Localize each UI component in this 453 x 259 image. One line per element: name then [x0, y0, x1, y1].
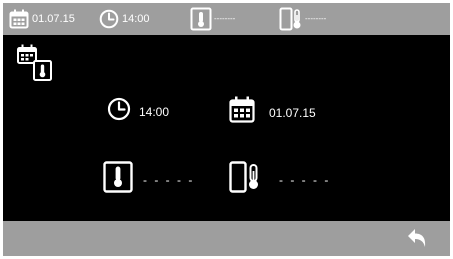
outdoor-thermometer-icon [279, 7, 303, 31]
indoor-temp-field[interactable]: - - - - - [103, 161, 194, 198]
status-indoor-temp-text: -------- [214, 13, 236, 23]
outdoor-temp-field[interactable]: - - - - - [229, 161, 330, 198]
bottom-bar [3, 221, 450, 256]
status-outdoor-temp: -------- [279, 3, 326, 35]
status-outdoor-temp-text: -------- [305, 13, 327, 23]
time-field[interactable]: 14:00 [107, 97, 169, 126]
main-panel: 14:00 01.07.15 - - - - - - - - - - [3, 35, 450, 221]
date-field[interactable]: 01.07.15 [229, 96, 316, 129]
clock-icon [107, 97, 131, 126]
status-time-text: 14:00 [122, 13, 150, 25]
status-time: 14:00 [99, 3, 150, 35]
calendar-thermometer-icon [16, 43, 56, 88]
indoor-temp-value: - - - - - [143, 172, 195, 187]
date-value: 01.07.15 [269, 105, 316, 120]
thermometer-icon [103, 161, 133, 198]
outdoor-temp-value: - - - - - [279, 172, 331, 187]
clock-icon [99, 9, 119, 29]
back-arrow-icon [404, 229, 430, 256]
status-date: 01.07.15 [9, 3, 75, 35]
outdoor-thermometer-icon [229, 161, 261, 198]
status-indoor-temp: -------- [190, 3, 235, 35]
calendar-icon [229, 96, 255, 129]
screen: 01.07.15 14:00 -------- -------- 14:00 0… [3, 3, 450, 256]
time-value: 14:00 [139, 104, 170, 119]
calendar-icon [9, 9, 29, 29]
back-button[interactable] [404, 226, 430, 252]
status-bar: 01.07.15 14:00 -------- -------- [3, 3, 450, 35]
status-date-text: 01.07.15 [32, 13, 75, 25]
thermometer-icon [190, 7, 212, 31]
